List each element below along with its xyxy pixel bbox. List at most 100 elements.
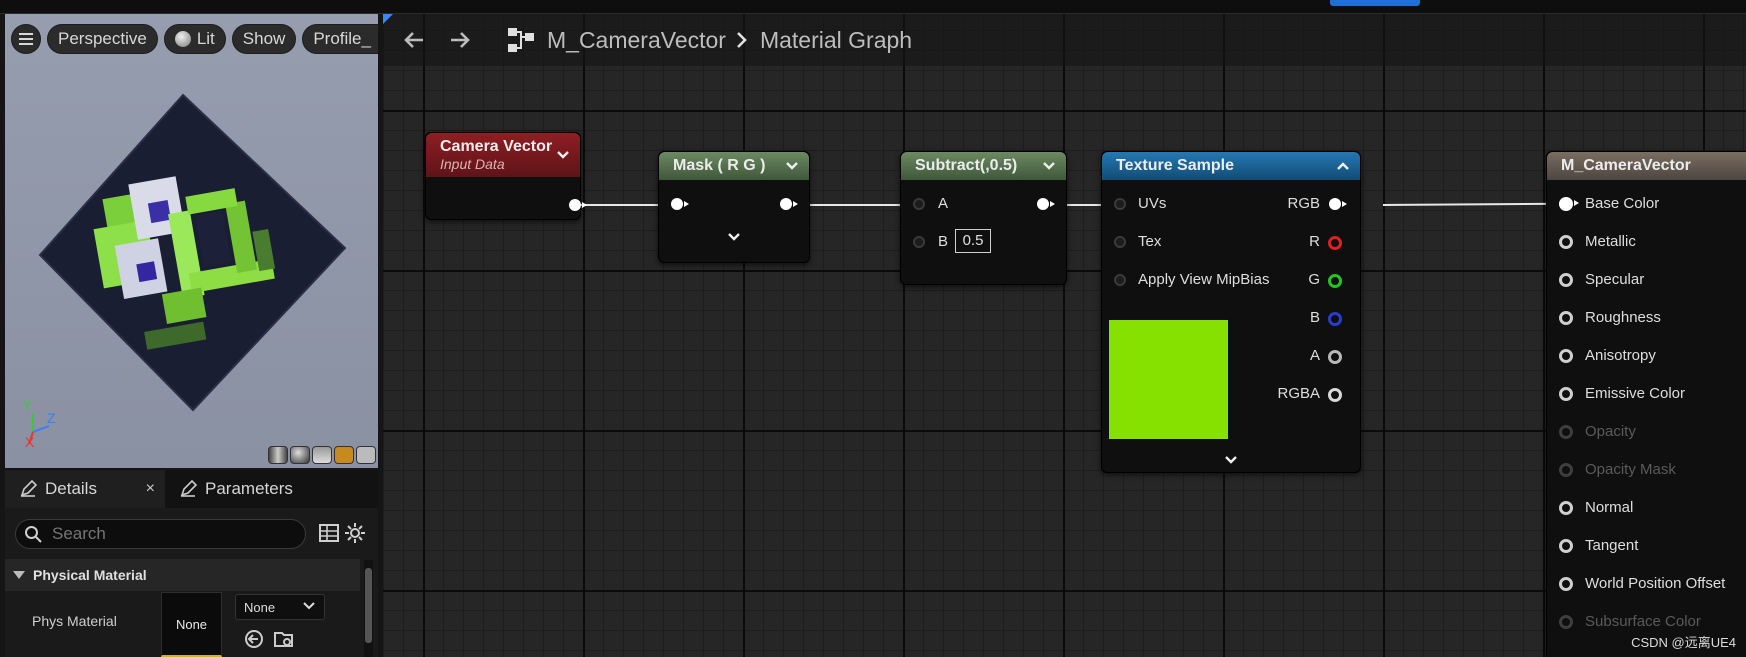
- preview-shape-toolbar: [268, 446, 376, 464]
- profile-label: Profile_: [313, 29, 371, 48]
- breadcrumb-material-graph[interactable]: Material Graph: [760, 27, 912, 54]
- input-pin-tangent[interactable]: [1559, 539, 1573, 553]
- phys-material-combo[interactable]: None: [235, 594, 325, 620]
- tab-parameters[interactable]: Parameters: [165, 470, 307, 508]
- details-scrollbar[interactable]: [364, 560, 373, 657]
- node-title: Subtract(,0.5): [915, 157, 1018, 174]
- pencil-icon: [180, 480, 197, 497]
- output-pin-g[interactable]: [1328, 274, 1342, 288]
- input-pin-roughness[interactable]: [1559, 311, 1573, 325]
- axis-z-label: Z: [47, 410, 56, 426]
- input-pin-tex[interactable]: [1114, 236, 1126, 248]
- show-button[interactable]: Show: [231, 24, 297, 54]
- pin-label-b: B: [1309, 309, 1320, 326]
- chevron-up-icon[interactable]: [1336, 159, 1350, 173]
- plane-icon[interactable]: [312, 446, 332, 464]
- pin-label-uvs: UVs: [1138, 195, 1167, 212]
- input-pin-subsurface: [1559, 615, 1573, 629]
- node-camera-vector[interactable]: Camera Vector Input Data: [425, 132, 587, 220]
- pin-label-g: G: [1308, 271, 1320, 288]
- tab-details[interactable]: Details ×: [5, 470, 165, 508]
- pin-label-metallic: Metallic: [1585, 233, 1636, 250]
- b-value-field[interactable]: 0.5: [955, 229, 991, 253]
- input-pin-metallic[interactable]: [1559, 235, 1573, 249]
- output-pin-a[interactable]: [1328, 350, 1342, 364]
- input-pin-uvs[interactable]: [1114, 198, 1126, 210]
- lit-button[interactable]: Lit: [163, 24, 226, 54]
- node-material-output[interactable]: M_CameraVector Base Color Metallic Specu…: [1546, 151, 1746, 657]
- physical-material-category[interactable]: Physical Material: [5, 559, 360, 591]
- apply-button[interactable]: [1330, 0, 1420, 6]
- pin-label-subsurface: Subsurface Color: [1585, 613, 1701, 630]
- details-search[interactable]: [15, 519, 306, 549]
- input-pin-base-color[interactable]: [1559, 197, 1579, 211]
- pin-label-wpo: World Position Offset: [1585, 575, 1726, 592]
- input-pin[interactable]: [671, 198, 689, 210]
- pin-label-tex: Tex: [1138, 233, 1162, 250]
- output-pin-r[interactable]: [1328, 236, 1342, 250]
- phys-material-thumbnail[interactable]: None: [161, 592, 222, 657]
- node-texture-sample[interactable]: Texture Sample UVs Tex Apply View MipBia…: [1101, 151, 1361, 473]
- teapot-icon[interactable]: [356, 446, 376, 464]
- search-input[interactable]: [50, 523, 274, 545]
- collapse-triangle-icon: [13, 571, 25, 579]
- chevron-right-icon: [737, 32, 747, 48]
- input-pin-emissive[interactable]: [1559, 387, 1573, 401]
- back-arrow-icon[interactable]: [403, 29, 425, 51]
- browse-asset-icon[interactable]: [273, 628, 295, 650]
- input-pin-mipbias[interactable]: [1114, 274, 1126, 286]
- output-pin-rgb[interactable]: [1329, 198, 1347, 210]
- input-pin-b[interactable]: [913, 236, 925, 248]
- input-pin-a[interactable]: [913, 198, 925, 210]
- node-subtract[interactable]: Subtract(,0.5) A B 0.5: [900, 151, 1067, 285]
- tab-parameters-label: Parameters: [205, 479, 293, 498]
- node-title: Texture Sample: [1116, 157, 1234, 174]
- pin-label-base-color: Base Color: [1585, 195, 1660, 212]
- forward-arrow-icon[interactable]: [449, 29, 471, 51]
- chevron-down-icon[interactable]: [785, 159, 799, 173]
- hamburger-icon: [19, 33, 33, 45]
- sphere-icon[interactable]: [290, 446, 310, 464]
- chevron-down-icon: [303, 602, 315, 610]
- expand-chevron-icon[interactable]: [1224, 453, 1238, 467]
- output-pin[interactable]: [780, 198, 798, 210]
- use-selected-arrow-icon[interactable]: [243, 628, 265, 650]
- cylinder-icon[interactable]: [268, 446, 288, 464]
- chevron-down-icon[interactable]: [556, 148, 570, 162]
- gear-icon[interactable]: [344, 522, 366, 544]
- input-pin-wpo[interactable]: [1559, 577, 1573, 591]
- top-strip: [0, 0, 1746, 14]
- pin-label-specular: Specular: [1585, 271, 1645, 288]
- output-pin[interactable]: [1037, 198, 1055, 210]
- node-header: Camera Vector Input Data: [426, 133, 580, 177]
- node-mask[interactable]: Mask ( R G ): [658, 151, 810, 263]
- pin-label-b: B: [938, 233, 949, 250]
- preview-viewport[interactable]: Perspective Lit Show Profile_ Y Z X: [5, 14, 378, 468]
- lit-label: Lit: [196, 29, 215, 48]
- pin-label-emissive: Emissive Color: [1585, 385, 1686, 402]
- output-pin-b[interactable]: [1328, 312, 1342, 326]
- axis-y-label: Y: [23, 398, 32, 413]
- profile-button[interactable]: Profile_: [302, 24, 378, 54]
- node-header: M_CameraVector: [1547, 152, 1746, 180]
- input-pin-specular[interactable]: [1559, 273, 1573, 287]
- viewport-menu-button[interactable]: [11, 24, 41, 54]
- table-view-icon[interactable]: [318, 522, 340, 544]
- pin-label-rgb: RGB: [1287, 195, 1320, 212]
- chevron-down-icon[interactable]: [1042, 159, 1056, 173]
- pin-label-tangent: Tangent: [1585, 537, 1639, 554]
- perspective-button[interactable]: Perspective: [47, 24, 158, 54]
- graph-breadcrumb-bar: M_CameraVector Material Graph: [383, 14, 1746, 66]
- close-icon[interactable]: ×: [146, 480, 155, 498]
- node-header: Subtract(,0.5): [901, 152, 1066, 180]
- material-graph-canvas[interactable]: M_CameraVector Material Graph Camera Vec…: [383, 14, 1746, 657]
- expand-chevron-icon[interactable]: [727, 230, 741, 244]
- combo-value: None: [244, 599, 276, 615]
- input-pin-normal[interactable]: [1559, 501, 1573, 515]
- category-label: Physical Material: [33, 567, 147, 583]
- breadcrumb-asset[interactable]: M_CameraVector: [547, 27, 726, 54]
- output-pin[interactable]: [569, 199, 587, 211]
- cube-icon[interactable]: [334, 446, 354, 464]
- output-pin-rgba[interactable]: [1328, 388, 1342, 402]
- input-pin-anisotropy[interactable]: [1559, 349, 1573, 363]
